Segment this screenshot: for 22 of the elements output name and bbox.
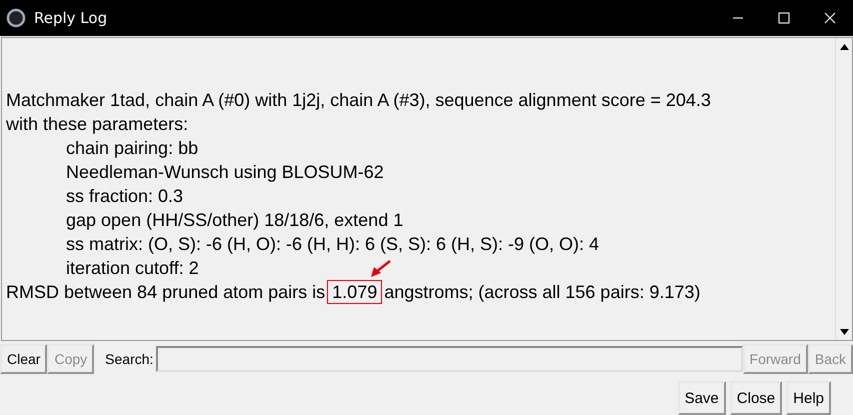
parameter-line: gap open (HH/SS/other) 18/18/6, extend 1 [66,209,404,232]
parameter-line: ss fraction: 0.3 [66,185,184,208]
dialog-button[interactable]: Save [678,381,726,415]
parameter-line: ss matrix: (O, S): -6 (H, O): -6 (H, H): 6 (S, S): 6 (H, S): -9 (O, O): 4 [66,233,600,256]
app-icon [6,8,26,28]
search-field[interactable] [156,346,743,372]
log-line: angstroms; (across all 156 pairs: 9.173) [384,282,700,302]
log-button[interactable]: Clear [0,344,48,374]
pointer-arrow [370,259,392,279]
search-label: Search: [105,351,154,368]
parameter-line: Needleman-Wunsch using BLOSUM-62 [66,161,384,184]
parameter-line: chain pairing: bb [66,137,198,160]
dialog-button[interactable]: Help [786,381,831,415]
log-line: with these parameters: [6,113,190,136]
scrollbar[interactable] [835,38,852,340]
window-title: Reply Log [34,9,108,27]
log-line: Matchmaker 1tad, chain A (#0) with 1j2j, chain A (#3), sequence alignment score = 204.3 [6,89,712,112]
log-line: RMSD between 84 pruned atom pairs is [6,282,326,302]
dialog-button[interactable]: Close [730,381,782,415]
maximize-icon[interactable] [778,12,790,24]
close-icon[interactable] [824,12,836,24]
parameter-line: iteration cutoff: 2 [66,257,199,280]
